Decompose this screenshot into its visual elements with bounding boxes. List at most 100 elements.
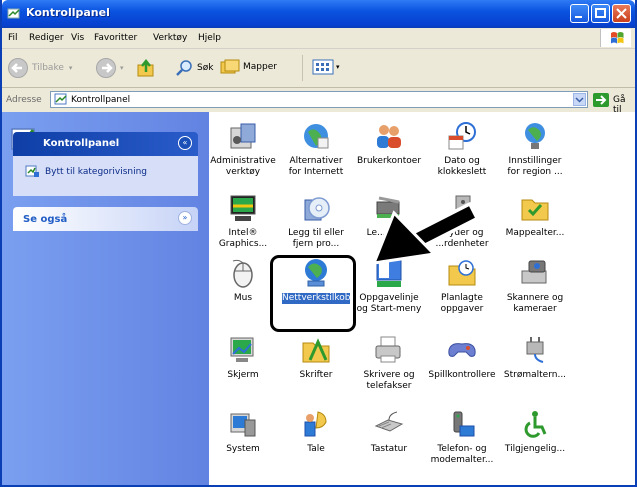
item-display[interactable]: Skjerm	[209, 334, 277, 381]
minimize-button[interactable]	[570, 4, 589, 23]
item-sounds-audio-devices[interactable]: ...yder og ...rdenheter	[428, 192, 496, 250]
see-also-title: Se også	[23, 214, 68, 225]
search-button[interactable]: Søk	[174, 58, 213, 78]
user-accounts-icon	[377, 125, 401, 148]
keyboard-icon	[374, 411, 404, 432]
folders-label: Mapper	[243, 62, 277, 72]
menu-help[interactable]: Hjelp	[198, 33, 221, 43]
mouse-icon	[232, 259, 253, 288]
see-also-panel-header[interactable]: Se også »	[13, 207, 198, 231]
item-date-time[interactable]: Dato og klokkeslett	[428, 120, 496, 178]
up-folder-icon	[137, 58, 154, 77]
window-title: Kontrollpanel	[26, 6, 110, 19]
highlight-box	[270, 255, 356, 332]
scanners-cameras-icon	[521, 260, 547, 284]
item-folder-options[interactable]: Mappealter...	[501, 192, 569, 239]
add-hardware-icon	[376, 196, 400, 218]
item-power-options[interactable]: Strømaltern...	[501, 334, 569, 381]
close-button[interactable]	[612, 4, 631, 23]
folders-button[interactable]: Mapper	[220, 58, 277, 76]
admin-tools-icon	[230, 123, 256, 149]
back-arrow-icon	[8, 58, 28, 78]
printers-faxes-icon	[375, 336, 401, 363]
control-panel-panel-body: Bytt til kategorivisning	[13, 156, 198, 196]
collapse-chevron-icon[interactable]: «	[178, 136, 192, 150]
menu-favorites[interactable]: Favoritter	[94, 33, 137, 43]
search-icon	[176, 60, 192, 76]
item-printers-faxes[interactable]: Skrivere og telefakser	[355, 334, 423, 392]
item-add-hardware[interactable]: Le... ma...	[355, 192, 423, 239]
maximize-button[interactable]	[591, 4, 610, 23]
control-panel-panel-header[interactable]: Kontrollpanel «	[13, 132, 198, 156]
control-panel-panel: Kontrollpanel « Bytt til kategorivisning	[11, 124, 198, 196]
title-bar[interactable]: Kontrollpanel	[2, 0, 635, 28]
fonts-icon	[302, 338, 330, 363]
power-options-icon	[526, 337, 544, 363]
item-fonts[interactable]: Skrifter	[282, 334, 350, 381]
item-game-controllers[interactable]: Spillkontrollere	[428, 334, 496, 381]
views-dropdown-icon[interactable]: ▾	[336, 63, 340, 71]
forward-button[interactable]: ▾	[96, 58, 124, 78]
forward-dropdown-icon[interactable]: ▾	[120, 64, 124, 72]
scheduled-tasks-icon	[448, 260, 476, 286]
date-time-icon	[448, 122, 476, 150]
item-user-accounts[interactable]: Brukerkontoer	[355, 120, 423, 167]
phone-modem-icon	[453, 411, 475, 437]
control-panel-small-icon	[54, 93, 67, 105]
game-controllers-icon	[448, 343, 476, 357]
control-panel-window: Kontrollpanel Fil Rediger Vis Favoritter…	[0, 0, 637, 487]
item-intel-graphics[interactable]: Intel® Graphics...	[209, 192, 277, 250]
switch-to-category-view-link[interactable]: Bytt til kategorivisning	[45, 167, 147, 177]
speech-icon	[304, 411, 327, 437]
menu-edit[interactable]: Rediger	[29, 33, 64, 43]
system-icon	[230, 413, 256, 437]
item-administrative-tools[interactable]: Administrative verktøy	[209, 120, 277, 178]
switch-view-icon	[25, 165, 39, 177]
item-add-remove-programs[interactable]: Legg til eller fjern pro...	[282, 192, 350, 250]
panel-title: Kontrollpanel	[43, 138, 120, 149]
views-button[interactable]: ▾	[312, 58, 340, 76]
taskbar-start-menu-icon	[376, 259, 402, 287]
back-button[interactable]: Tilbake ▾	[8, 58, 72, 78]
menu-view[interactable]: Vis	[71, 33, 84, 43]
menu-tools[interactable]: Verktøy	[153, 33, 187, 43]
task-pane: Kontrollpanel « Bytt til kategorivisning…	[2, 112, 209, 485]
regional-settings-icon	[525, 123, 545, 149]
item-system[interactable]: System	[209, 408, 277, 455]
address-dropdown-icon[interactable]	[573, 93, 586, 106]
address-field[interactable]: Kontrollpanel	[50, 91, 588, 108]
internet-options-icon	[304, 124, 329, 149]
views-icon	[312, 59, 334, 75]
search-label: Søk	[197, 63, 214, 73]
item-speech[interactable]: Tale	[282, 408, 350, 455]
sounds-audio-icon	[455, 195, 471, 221]
windows-logo-icon	[600, 29, 631, 47]
address-value: Kontrollpanel	[71, 95, 131, 105]
folders-icon	[220, 59, 240, 74]
control-panel-icon	[7, 8, 20, 19]
item-regional-settings[interactable]: Innstillinger for region ...	[501, 120, 569, 178]
expand-chevron-icon[interactable]: »	[178, 211, 192, 225]
back-label: Tilbake	[32, 63, 64, 73]
item-scheduled-tasks[interactable]: Planlagte oppgaver	[428, 257, 496, 315]
add-remove-programs-icon	[304, 197, 330, 221]
item-taskbar-start-menu[interactable]: Oppgavelinje og Start-meny	[355, 257, 423, 315]
up-folder-button[interactable]	[136, 58, 156, 78]
back-dropdown-icon[interactable]: ▾	[69, 64, 73, 72]
address-label: Adresse	[6, 95, 42, 105]
address-bar: Adresse Kontrollpanel Gå til	[2, 88, 635, 115]
accessibility-icon	[524, 411, 547, 438]
item-mouse[interactable]: Mus	[209, 257, 277, 304]
item-phone-modem[interactable]: Telefon- og modemalter...	[428, 408, 496, 466]
menu-file[interactable]: Fil	[8, 33, 18, 43]
menu-bar: Fil Rediger Vis Favoritter Verktøy Hjelp	[2, 28, 635, 49]
go-arrow-icon[interactable]	[593, 93, 609, 107]
intel-graphics-icon	[230, 195, 256, 221]
item-scanners-cameras[interactable]: Skannere og kameraer	[501, 257, 569, 315]
item-keyboard[interactable]: Tastatur	[355, 408, 423, 455]
display-icon	[230, 337, 254, 362]
item-internet-options[interactable]: Alternativer for Internett	[282, 120, 350, 178]
item-accessibility[interactable]: Tilgjengelig...	[501, 408, 569, 455]
toolbar: Tilbake ▾ ▾ Søk Mapper ▾	[2, 49, 635, 88]
folder-options-icon	[521, 199, 549, 221]
